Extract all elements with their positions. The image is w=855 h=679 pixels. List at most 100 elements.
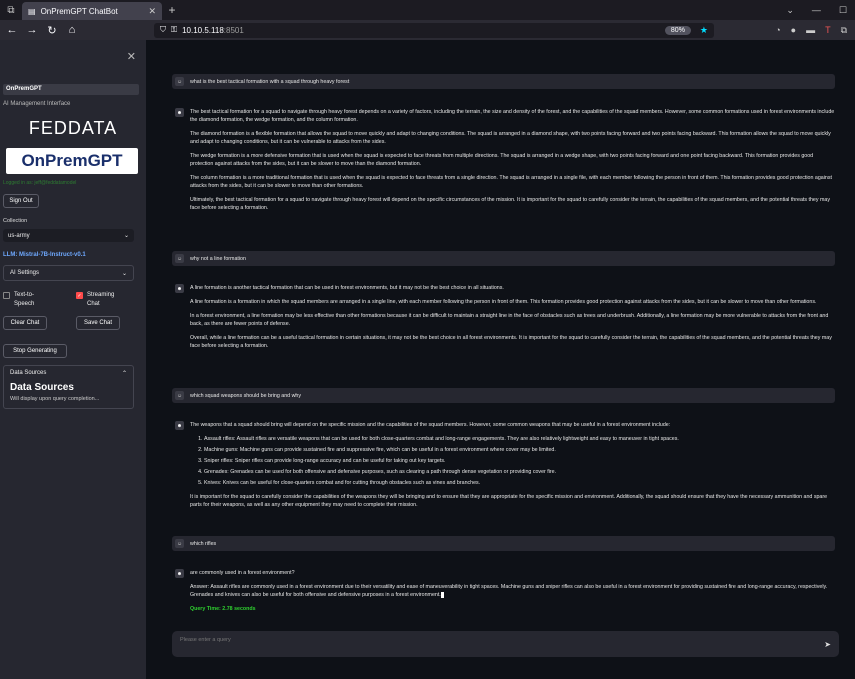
battery-icon[interactable]: ▬ — [806, 25, 815, 36]
collection-value: us-army — [8, 232, 30, 239]
forward-icon[interactable]: → — [24, 24, 40, 36]
zoom-badge[interactable]: 80% — [664, 25, 691, 35]
user-avatar-icon: ☺ — [175, 539, 184, 548]
chat-input-placeholder: Please enter a query — [180, 637, 231, 643]
lock-icon: ⚿ — [171, 25, 178, 34]
tab-bar: ⧉ ▤ OnPremGPT ChatBot ✕ + ⌄ — ☐ — [0, 0, 855, 20]
user-message: ☺ why not a line formation — [172, 251, 835, 266]
stop-generating-button[interactable]: Stop Generating — [3, 344, 67, 358]
chevron-down-icon: ⌄ — [123, 233, 129, 239]
app-subtitle: AI Management Interface — [3, 101, 71, 107]
assistant-paragraph: The best tactical formation for a squad … — [190, 109, 835, 123]
list-item: Knives: Knives can be useful for close-q… — [204, 479, 835, 487]
data-sources-header-label: Data Sources — [10, 370, 47, 376]
list-item: Grenades: Grenades can be used for both … — [204, 468, 835, 476]
ai-settings-label: AI Settings — [10, 270, 40, 276]
list-item: Assault rifles: Assault rifles are versa… — [204, 435, 835, 443]
tts-label-1: Text-to- — [14, 292, 35, 298]
data-sources-header[interactable]: Data Sources ⌃ — [4, 366, 133, 380]
assistant-paragraph: The column formation is a more tradition… — [190, 175, 832, 189]
tab-overflow-icon[interactable]: ⌄ — [786, 5, 794, 16]
assistant-paragraph: The wedge formation is a more defensive … — [190, 153, 814, 167]
user-message-text: why not a line formation — [190, 255, 246, 262]
assistant-paragraph: A line formation is a formation in which… — [190, 299, 817, 305]
chat-input[interactable]: Please enter a query ➤ — [172, 631, 839, 657]
bot-avatar-icon: ☻ — [175, 569, 184, 578]
chevron-up-icon: ⌃ — [121, 370, 127, 377]
shield-icon: ⛉ — [160, 25, 166, 34]
assistant-paragraph: The diamond formation is a flexible form… — [190, 131, 831, 145]
app-name: OnPremGPT — [3, 84, 139, 95]
maximize-icon[interactable]: ☐ — [839, 5, 847, 16]
tts-label-2: Speech — [14, 301, 35, 307]
streaming-chat-checkbox[interactable]: ✓ Streaming Chat — [76, 291, 114, 309]
logged-in-status: Logged in as: jeff@feddatamodel — [3, 180, 77, 186]
clear-chat-button[interactable]: Clear Chat — [3, 316, 47, 330]
text-to-speech-checkbox[interactable]: Text-to- Speech — [3, 291, 34, 309]
assistant-paragraph: In a forest environment, a line formatio… — [190, 313, 829, 327]
assistant-paragraph: A line formation is another tactical for… — [190, 285, 504, 291]
chat-main: ☺ what is the best tactical formation wi… — [146, 40, 855, 679]
streaming-label-2: Chat — [87, 301, 100, 307]
user-avatar-icon: ☺ — [175, 254, 184, 263]
assistant-paragraph: Answer: Assault rifles are commonly used… — [190, 584, 828, 598]
user-avatar-icon: ☺ — [175, 77, 184, 86]
chevron-down-icon: ⌄ — [121, 270, 127, 277]
assistant-paragraph: The weapons that a squad should bring wi… — [190, 422, 671, 428]
data-sources-expander: Data Sources ⌃ Data Sources Will display… — [3, 365, 134, 409]
extensions-puzzle-icon[interactable]: ⧉ — [841, 25, 847, 36]
assistant-message: ☻ The weapons that a squad should bring … — [172, 421, 835, 515]
browser-tab[interactable]: ▤ OnPremGPT ChatBot ✕ — [22, 2, 162, 20]
extension-icon[interactable]: ● — [791, 25, 796, 36]
favicon-icon: ▤ — [28, 6, 36, 16]
new-tab-icon[interactable]: + — [162, 3, 182, 17]
llm-model-label: LLM: Mistral-7B-Instruct-v0.1 — [3, 252, 86, 258]
minimize-icon[interactable]: — — [812, 5, 821, 16]
bot-avatar-icon: ☻ — [175, 421, 184, 430]
checkbox-unchecked-icon[interactable] — [3, 292, 10, 299]
collection-select[interactable]: us-army ⌄ — [3, 229, 134, 242]
bot-avatar-icon: ☻ — [175, 108, 184, 117]
onpremgpt-logo: OnPremGPT — [6, 148, 138, 174]
user-message-text: which squad weapons should be bring and … — [190, 392, 302, 399]
user-message: ☺ which squad weapons should be bring an… — [172, 388, 835, 403]
send-icon[interactable]: ➤ — [824, 640, 831, 649]
user-message-text: which rifles — [190, 540, 217, 547]
checkbox-checked-icon[interactable]: ✓ — [76, 292, 83, 299]
tab-list-icon[interactable]: ⧉ — [0, 0, 22, 20]
tab-close-icon[interactable]: ✕ — [148, 6, 156, 17]
user-message: ☺ which rifles — [172, 536, 835, 551]
home-icon[interactable]: ⌂ — [64, 24, 80, 36]
assistant-paragraph: It is important for the squad to careful… — [190, 494, 828, 508]
nav-bar: ← → ↻ ⌂ ⛉ ⚿ 10.10.5.118:8501 80% ★ ◔ ● ▬… — [0, 20, 855, 40]
extension-t-icon[interactable]: T — [825, 25, 831, 36]
ai-settings-expander[interactable]: AI Settings ⌄ — [3, 265, 134, 281]
sign-out-button[interactable]: Sign Out — [3, 194, 39, 208]
assistant-paragraph: Ultimately, the best tactical formation … — [190, 197, 830, 211]
weapons-list: Assault rifles: Assault rifles are versa… — [204, 435, 835, 487]
user-message: ☺ what is the best tactical formation wi… — [172, 74, 835, 89]
bookmark-star-icon[interactable]: ★ — [700, 25, 708, 36]
reload-icon[interactable]: ↻ — [44, 24, 60, 37]
save-chat-button[interactable]: Save Chat — [76, 316, 120, 330]
bot-avatar-icon: ☻ — [175, 284, 184, 293]
pocket-icon[interactable]: ◔ — [775, 25, 780, 36]
user-message-text: what is the best tactical formation with… — [190, 78, 350, 85]
collection-label: Collection — [3, 218, 28, 224]
feddata-logo: FEDDATA — [28, 118, 118, 138]
assistant-paragraph: are commonly used in a forest environmen… — [190, 570, 295, 576]
data-sources-text: Will display upon query completion... — [10, 396, 100, 402]
browser-chrome: ⧉ ▤ OnPremGPT ChatBot ✕ + ⌄ — ☐ ← → ↻ ⌂ … — [0, 0, 855, 40]
assistant-paragraph: Overall, while a line formation can be a… — [190, 335, 832, 349]
url-bar[interactable]: ⛉ ⚿ 10.10.5.118:8501 80% ★ — [154, 22, 714, 38]
streaming-label-1: Streaming — [87, 292, 115, 298]
user-avatar-icon: ☺ — [175, 391, 184, 400]
data-sources-title: Data Sources — [10, 382, 74, 393]
back-icon[interactable]: ← — [4, 24, 20, 36]
assistant-message: ☻ The best tactical formation for a squa… — [172, 108, 835, 218]
list-item: Machine guns: Machine guns can provide s… — [204, 446, 835, 454]
url-host: 10.10.5.118 — [182, 25, 224, 35]
assistant-message: ☻ A line formation is another tactical f… — [172, 284, 835, 356]
close-sidebar-icon[interactable]: ✕ — [127, 50, 136, 63]
url-port: :8501 — [223, 25, 244, 35]
